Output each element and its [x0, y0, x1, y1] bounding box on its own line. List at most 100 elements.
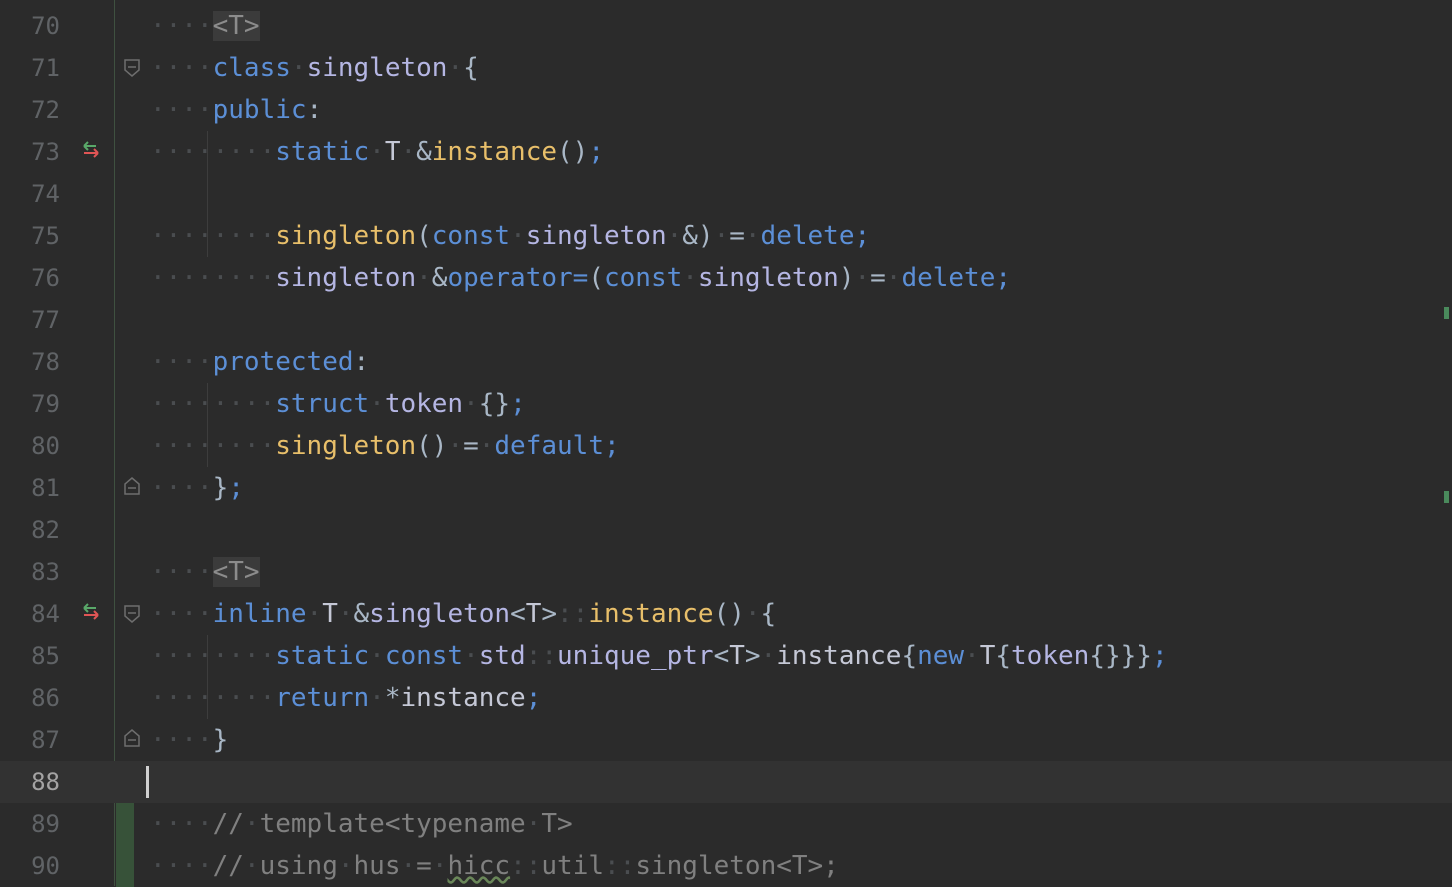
- code-token: ·: [713, 221, 730, 251]
- code-token: ·: [760, 641, 777, 671]
- code-token: public: [212, 95, 307, 125]
- code-line[interactable]: 81 ····};: [0, 467, 1452, 509]
- code-line[interactable]: 70 ····<T>: [0, 5, 1452, 47]
- code-token: ····: [150, 809, 213, 839]
- line-number: 86: [31, 684, 60, 712]
- code-token: singleton<T>;: [635, 851, 839, 881]
- code-token: operator=: [447, 263, 589, 293]
- code-line[interactable]: 75 ········singleton(const·singleton·&)·=…: [0, 215, 1452, 257]
- code-token: ····: [150, 347, 213, 377]
- line-number: 70: [31, 12, 60, 40]
- code-line[interactable]: 84 ····inline·T·&singleton<T>::instance()…: [0, 593, 1452, 635]
- line-number: 82: [31, 516, 60, 544]
- code-token: (: [416, 221, 432, 251]
- code-token: (): [713, 599, 745, 629]
- code-token: token: [1011, 641, 1090, 671]
- fold-close-icon[interactable]: [124, 729, 140, 747]
- code-token: ····: [150, 473, 213, 503]
- code-token: protected: [212, 347, 354, 377]
- code-token: =: [729, 221, 745, 251]
- code-line[interactable]: 82: [0, 509, 1452, 551]
- code-token: hus: [353, 851, 401, 881]
- code-token: ·: [682, 263, 698, 293]
- code-token: ·: [463, 389, 479, 419]
- code-token: ····: [150, 95, 213, 125]
- code-token: hicc: [447, 851, 511, 881]
- code-editor[interactable]: 70 ····<T> 71 ····class·singleton·{72 ····pu…: [0, 0, 1452, 887]
- code-token: <: [713, 641, 730, 671]
- code-token: ;: [854, 221, 871, 251]
- code-token: <T>: [212, 557, 260, 587]
- code-token: ·: [666, 221, 683, 251]
- code-token: ::: [604, 851, 636, 881]
- code-token: &: [431, 263, 448, 293]
- code-token: ····: [150, 725, 213, 755]
- code-token: instance: [588, 599, 714, 629]
- code-token: T: [384, 137, 401, 167]
- code-text: ····}: [150, 719, 228, 761]
- code-line[interactable]: 90 ····//·using·hus·=·hicc::util::singlet…: [0, 845, 1452, 887]
- code-token: instance: [400, 683, 526, 713]
- code-line[interactable]: 78 ····protected:: [0, 341, 1452, 383]
- code-token: ·: [243, 851, 260, 881]
- fold-open-icon[interactable]: [124, 605, 140, 623]
- code-token: //: [212, 851, 244, 881]
- code-token: ·: [885, 263, 902, 293]
- scrollbar-change-marker[interactable]: [1444, 307, 1449, 319]
- code-token: //: [212, 809, 244, 839]
- code-token: T: [729, 641, 745, 671]
- code-line[interactable]: 80 ········singleton()·=·default;: [0, 425, 1452, 467]
- code-line[interactable]: 76 ········singleton·&operator=(const·sin…: [0, 257, 1452, 299]
- code-line[interactable]: 87 ····}: [0, 719, 1452, 761]
- indent-guide: [207, 635, 208, 719]
- code-token: singleton: [697, 263, 839, 293]
- fold-close-icon[interactable]: [124, 477, 140, 495]
- line-number: 72: [31, 96, 60, 124]
- fold-open-icon[interactable]: [124, 59, 140, 77]
- code-token: return: [275, 683, 370, 713]
- code-token: ····: [150, 851, 213, 881]
- code-token: T: [322, 599, 338, 629]
- code-line[interactable]: 73 ········static·T·&instance();: [0, 131, 1452, 173]
- line-number: 90: [31, 852, 60, 880]
- code-token: ·: [510, 221, 526, 251]
- implements-override-icon[interactable]: [80, 603, 104, 623]
- code-token: singleton: [525, 221, 667, 251]
- code-token: ····: [150, 599, 213, 629]
- code-token: ·: [400, 137, 417, 167]
- code-line[interactable]: 74: [0, 173, 1452, 215]
- line-number: 89: [31, 810, 60, 838]
- code-token: ·: [400, 851, 417, 881]
- vcs-added-marker[interactable]: [116, 803, 134, 845]
- line-number: 78: [31, 348, 60, 376]
- implements-override-icon[interactable]: [80, 141, 104, 161]
- code-token: ········: [150, 137, 276, 167]
- code-token: ;: [510, 389, 526, 419]
- code-line[interactable]: 88: [0, 761, 1452, 803]
- code-token: (): [557, 137, 589, 167]
- code-token: :: [353, 347, 370, 377]
- code-token: ;: [603, 431, 620, 461]
- code-text: ········static·T·&instance();: [150, 131, 604, 173]
- code-line[interactable]: 71 ····class·singleton·{: [0, 47, 1452, 89]
- code-token: {: [463, 53, 479, 83]
- code-token: ;: [525, 683, 542, 713]
- code-line[interactable]: 89 ····//·template<typename·T>: [0, 803, 1452, 845]
- code-token: const: [384, 641, 464, 671]
- code-line[interactable]: 86 ········return·*instance;: [0, 677, 1452, 719]
- code-token: ·: [369, 389, 385, 419]
- code-token: inline: [212, 599, 307, 629]
- code-text: ········static·const·std::unique_ptr<T>·…: [150, 635, 1168, 677]
- code-line[interactable]: 72 ····public:: [0, 89, 1452, 131]
- code-token: ·: [243, 809, 260, 839]
- code-line[interactable]: 83 ····<T>: [0, 551, 1452, 593]
- code-line[interactable]: 79 ········struct·token·{};: [0, 383, 1452, 425]
- scrollbar-change-marker[interactable]: [1444, 491, 1449, 503]
- code-line[interactable]: 77: [0, 299, 1452, 341]
- code-text: ····};: [150, 467, 244, 509]
- vcs-added-marker[interactable]: [116, 845, 134, 887]
- code-token: ·: [369, 137, 385, 167]
- code-token: =: [463, 431, 479, 461]
- code-line[interactable]: 85 ········static·const·std::unique_ptr<T…: [0, 635, 1452, 677]
- code-token: instance: [776, 641, 902, 671]
